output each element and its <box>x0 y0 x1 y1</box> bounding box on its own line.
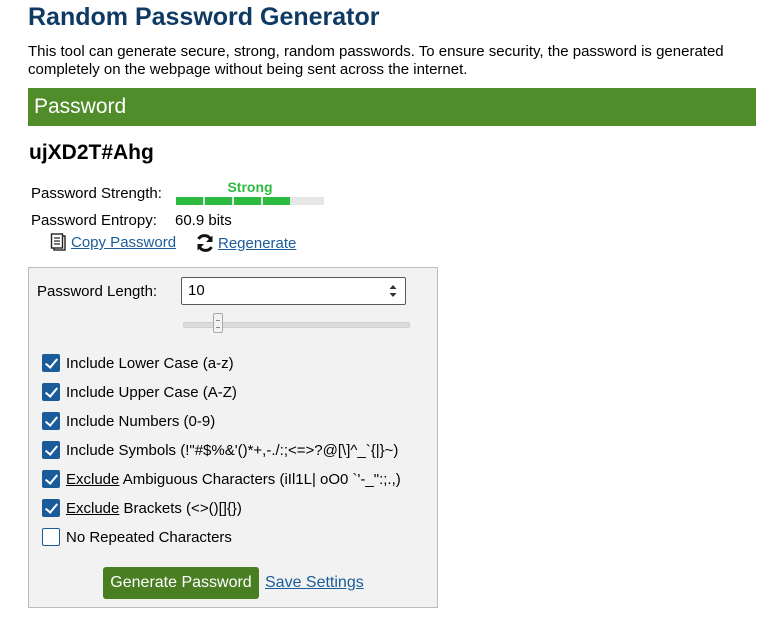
copy-password-label[interactable]: Copy Password <box>71 234 176 251</box>
no-repeated-checkbox[interactable] <box>42 528 60 546</box>
option-label: Exclude Ambiguous Characters (iIl1L| oO0… <box>66 471 401 488</box>
option-no-repeated[interactable]: No Repeated Characters <box>42 526 232 548</box>
option-label: Include Numbers (0-9) <box>66 412 216 430</box>
entropy-value: 60.9 bits <box>175 212 232 229</box>
password-length-value: 10 <box>188 282 205 299</box>
settings-panel: Password Length: 10 Include Lower Case (… <box>28 267 438 608</box>
strength-segment <box>234 197 261 205</box>
option-label: Include Upper Case (A-Z) <box>66 383 237 401</box>
exclude-link[interactable]: Exclude <box>66 500 119 517</box>
option-upper-case[interactable]: Include Upper Case (A-Z) <box>42 381 237 403</box>
regenerate-link[interactable]: Regenerate <box>195 233 296 253</box>
refresh-icon <box>195 233 215 253</box>
stepper-icon[interactable] <box>389 284 397 298</box>
option-label: Include Lower Case (a-z) <box>66 354 234 372</box>
regenerate-label[interactable]: Regenerate <box>218 235 296 252</box>
password-length-label: Password Length: <box>37 283 158 300</box>
strength-segment <box>205 197 232 205</box>
copy-password-link[interactable]: Copy Password <box>50 233 176 252</box>
option-label-text: Ambiguous Characters (iIl1L| oO0 `'-_":;… <box>119 470 401 488</box>
strength-label: Password Strength: <box>31 185 162 202</box>
exclude-link[interactable]: Exclude <box>66 471 119 488</box>
option-symbols[interactable]: Include Symbols (!"#$%&'()*+,-./:;<=>?@[… <box>42 439 398 461</box>
option-exclude-ambiguous[interactable]: Exclude Ambiguous Characters (iIl1L| oO0… <box>42 468 401 490</box>
length-slider-thumb[interactable] <box>213 313 223 333</box>
option-exclude-brackets[interactable]: Exclude Brackets (<>()[]{}) <box>42 497 242 519</box>
generated-password: ujXD2T#Ahg <box>29 141 154 164</box>
save-settings-link[interactable]: Save Settings <box>265 573 364 593</box>
strength-meter <box>176 197 324 205</box>
password-length-input[interactable]: 10 <box>181 277 406 305</box>
intro-text: This tool can generate secure, strong, r… <box>28 43 724 78</box>
option-numbers[interactable]: Include Numbers (0-9) <box>42 410 215 432</box>
option-label: Include Symbols (!"#$%&'()*+,-./:;<=>?@[… <box>66 441 399 459</box>
password-section-header: Password <box>28 88 756 126</box>
numbers-checkbox[interactable] <box>42 412 60 430</box>
strength-segment <box>263 197 290 205</box>
option-label-text: Brackets (<>()[]{}) <box>119 499 242 517</box>
option-lower-case[interactable]: Include Lower Case (a-z) <box>42 352 234 374</box>
page-title: Random Password Generator <box>28 3 380 31</box>
strength-text: Strong <box>227 179 273 195</box>
upper-case-checkbox[interactable] <box>42 383 60 401</box>
exclude-brackets-checkbox[interactable] <box>42 499 60 517</box>
generate-password-button[interactable]: Generate Password <box>103 567 259 599</box>
clipboard-icon <box>50 233 68 252</box>
option-label: Exclude Brackets (<>()[]{}) <box>66 500 242 517</box>
option-label: No Repeated Characters <box>66 528 232 546</box>
exclude-ambiguous-checkbox[interactable] <box>42 470 60 488</box>
lower-case-checkbox[interactable] <box>42 354 60 372</box>
symbols-checkbox[interactable] <box>42 441 60 459</box>
entropy-label: Password Entropy: <box>31 212 157 229</box>
strength-segment <box>176 197 203 205</box>
